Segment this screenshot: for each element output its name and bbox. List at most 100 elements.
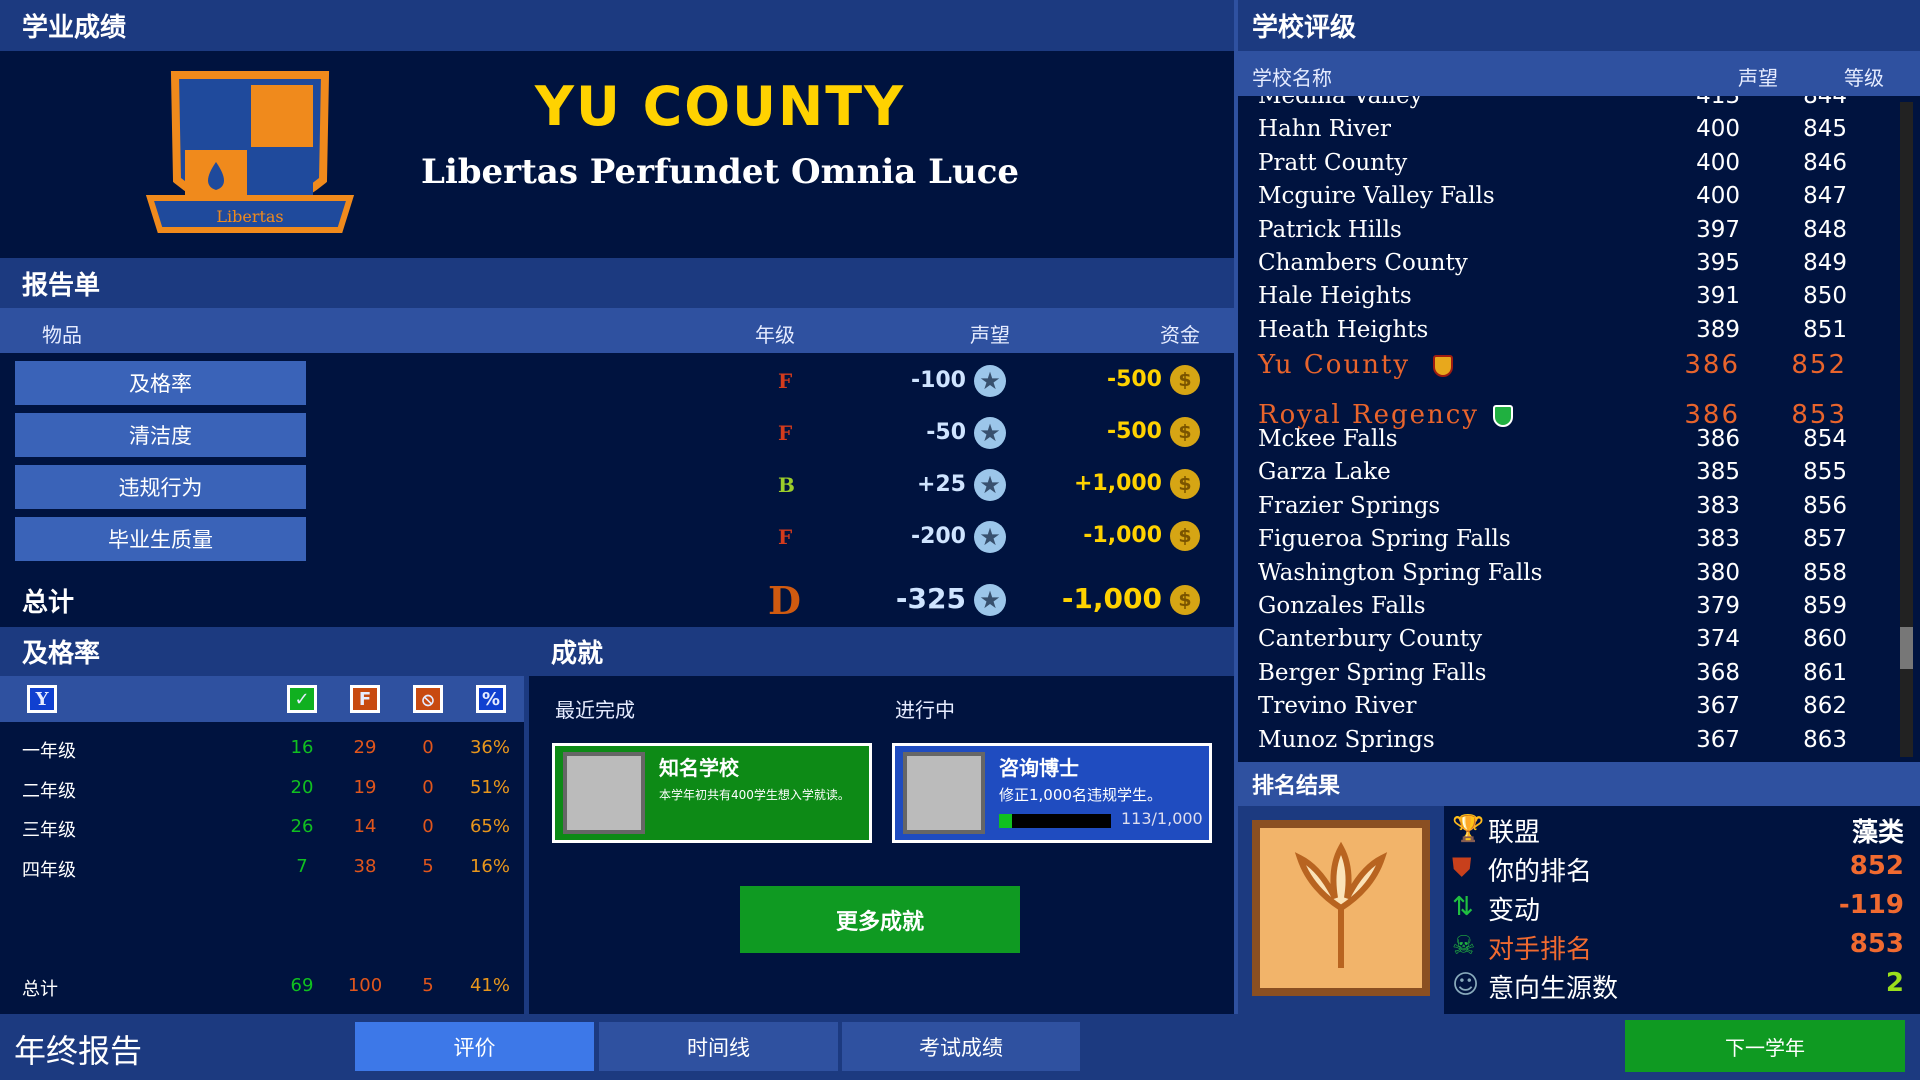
rating-row[interactable]: Munoz Springs 367 863: [1258, 727, 1890, 760]
rating-scrollbar[interactable]: [1900, 102, 1913, 757]
reputation-value: -50: [926, 420, 966, 445]
rating-row[interactable]: Gonzales Falls 379 859: [1258, 593, 1890, 626]
rating-row[interactable]: Medina Valley 413 844: [1258, 96, 1890, 116]
report-total-reputation: -325: [895, 582, 966, 615]
pass-rate-cell: 29: [353, 737, 377, 758]
funds-value: -500: [1106, 367, 1162, 392]
rating-row[interactable]: Pratt County 400 846: [1258, 150, 1890, 183]
stat-value: 853: [1849, 929, 1904, 959]
rating-row[interactable]: Figueroa Spring Falls 383 857: [1258, 526, 1890, 559]
school-rank: 861: [1803, 659, 1847, 686]
shield-icon: ⛊: [1452, 853, 1472, 883]
rating-row[interactable]: Mcguire Valley Falls 400 847: [1258, 183, 1890, 216]
school-name: Pratt County: [1258, 149, 1408, 176]
student-icon: ☺: [1452, 970, 1480, 1000]
report-reputation-cell: -200 ★: [850, 521, 1006, 553]
ranking-stat-row: ⛊ 你的排名 852: [1452, 851, 1904, 887]
report-grade: F: [778, 525, 793, 549]
rating-row[interactable]: Trevino River 367 862: [1258, 693, 1890, 726]
next-year-button[interactable]: 下一学年: [1625, 1020, 1905, 1072]
report-funds-cell: -1,000 $: [1000, 521, 1200, 551]
algae-league-icon: [1252, 820, 1430, 996]
stat-label: 对手排名: [1488, 935, 1593, 965]
school-name: Hahn River: [1258, 116, 1391, 143]
fail-icon: F: [350, 685, 380, 713]
pass-rate-cell: 0: [422, 816, 434, 837]
stat-label: 联盟: [1488, 818, 1541, 848]
report-item-button[interactable]: 清洁度: [15, 413, 306, 457]
ranking-stat-row: ☺ 意向生源数 2: [1452, 968, 1904, 1004]
report-item-button[interactable]: 及格率: [15, 361, 306, 405]
achievement-progress-text: 113/1,000: [1121, 809, 1203, 828]
rating-row[interactable]: Hale Heights 391 850: [1258, 283, 1890, 316]
school-name: Canterbury County: [1258, 626, 1483, 653]
stat-value: 2: [1885, 968, 1904, 998]
report-total-funds: -1,000: [1061, 582, 1162, 615]
rating-row[interactable]: Berger Spring Falls 368 861: [1258, 660, 1890, 693]
funds-value: +1,000: [1073, 471, 1162, 496]
school-name: Hale Heights: [1258, 283, 1412, 310]
pass-rate-cell: 14: [353, 816, 377, 837]
rating-row[interactable]: Heath Heights 389 851: [1258, 317, 1890, 350]
rating-row-highlighted[interactable]: Yu County 386 852: [1258, 350, 1890, 383]
pass-rate-row: 三年级 26 14 0 65%: [0, 816, 524, 846]
col-item: 物品: [42, 323, 82, 347]
expelled-icon: ⦸: [413, 685, 443, 713]
rating-row[interactable]: Canterbury County 374 860: [1258, 626, 1890, 659]
school-crest: Libertas: [145, 70, 355, 242]
col-reputation: 声望: [970, 323, 1010, 347]
pass-rate-cell: 36%: [469, 737, 510, 758]
shield-icon: [1433, 355, 1453, 378]
school-reputation: 367: [1696, 693, 1740, 720]
col-funds: 资金: [1160, 323, 1200, 347]
rating-row[interactable]: Garza Lake 385 855: [1258, 459, 1890, 492]
tab-timeline[interactable]: 时间线: [599, 1022, 838, 1071]
school-reputation: 397: [1696, 216, 1740, 243]
report-funds-cell: -500 $: [1000, 417, 1200, 447]
school-reputation: 400: [1696, 149, 1740, 176]
school-badge-icon: [563, 752, 645, 834]
ranking-stat-row: ⇅ 变动 -119: [1452, 890, 1904, 926]
achievement-card-recent[interactable]: 知名学校 本学年初共有400学生想入学就读。: [552, 743, 872, 843]
report-item-button[interactable]: 毕业生质量: [15, 517, 306, 561]
school-reputation: 379: [1696, 593, 1740, 619]
more-achievements-button[interactable]: 更多成就: [740, 886, 1020, 953]
rating-row[interactable]: Hahn River 400 845: [1258, 116, 1890, 149]
tab-exam-results[interactable]: 考试成绩: [842, 1022, 1080, 1071]
pass-rate-row: 二年级 20 19 0 51%: [0, 777, 524, 807]
rating-row[interactable]: Washington Spring Falls 380 858: [1258, 560, 1890, 593]
skull-shield-icon: ☠: [1452, 931, 1476, 961]
svg-text:Libertas: Libertas: [216, 207, 283, 226]
stat-value: 852: [1849, 851, 1904, 881]
tab-evaluation[interactable]: 评价: [355, 1022, 594, 1071]
rating-row[interactable]: Frazier Springs 383 856: [1258, 493, 1890, 526]
rating-row[interactable]: Chambers County 395 849: [1258, 250, 1890, 283]
scrollbar-thumb[interactable]: [1900, 627, 1913, 669]
pass-rate-cell: 100: [347, 975, 383, 996]
reputation-value: -200: [910, 524, 966, 549]
rating-row[interactable]: Mckee Falls 386 854: [1258, 426, 1890, 459]
year-label: 一年级: [22, 741, 76, 762]
school-name: Heath Heights: [1258, 316, 1429, 343]
year-icon: Y: [27, 685, 57, 713]
ranking-stat-row: 🏆 联盟 藻类: [1452, 812, 1904, 848]
school-rank: 859: [1803, 593, 1847, 619]
school-reputation: 374: [1696, 626, 1740, 653]
achievement-card-in-progress[interactable]: 咨询博士 修正1,000名违规学生。 113/1,000: [892, 743, 1212, 843]
pass-rate-cell: 69: [290, 975, 314, 996]
rating-row[interactable]: Patrick Hills 397 848: [1258, 217, 1890, 250]
pass-rate-cell: 7: [296, 855, 308, 877]
school-name: Gonzales Falls: [1258, 593, 1426, 619]
school-reputation: 368: [1696, 659, 1740, 686]
report-funds-cell: +1,000 $: [1000, 469, 1200, 499]
pass-rate-cell: 65%: [469, 816, 510, 837]
report-item-button[interactable]: 违规行为: [15, 465, 306, 509]
school-rank: 851: [1803, 316, 1847, 343]
school-name: Medina Valley: [1258, 96, 1423, 109]
school-name: Patrick Hills: [1258, 216, 1402, 243]
school-reputation: 413: [1696, 96, 1740, 109]
stat-value: 藻类: [1851, 818, 1904, 848]
school-rank: 846: [1803, 149, 1847, 176]
pass-rate-title: 及格率: [22, 639, 101, 669]
rating-list[interactable]: Medina Valley 413 844 Hahn River 400 845 Pratt…: [1238, 96, 1920, 760]
